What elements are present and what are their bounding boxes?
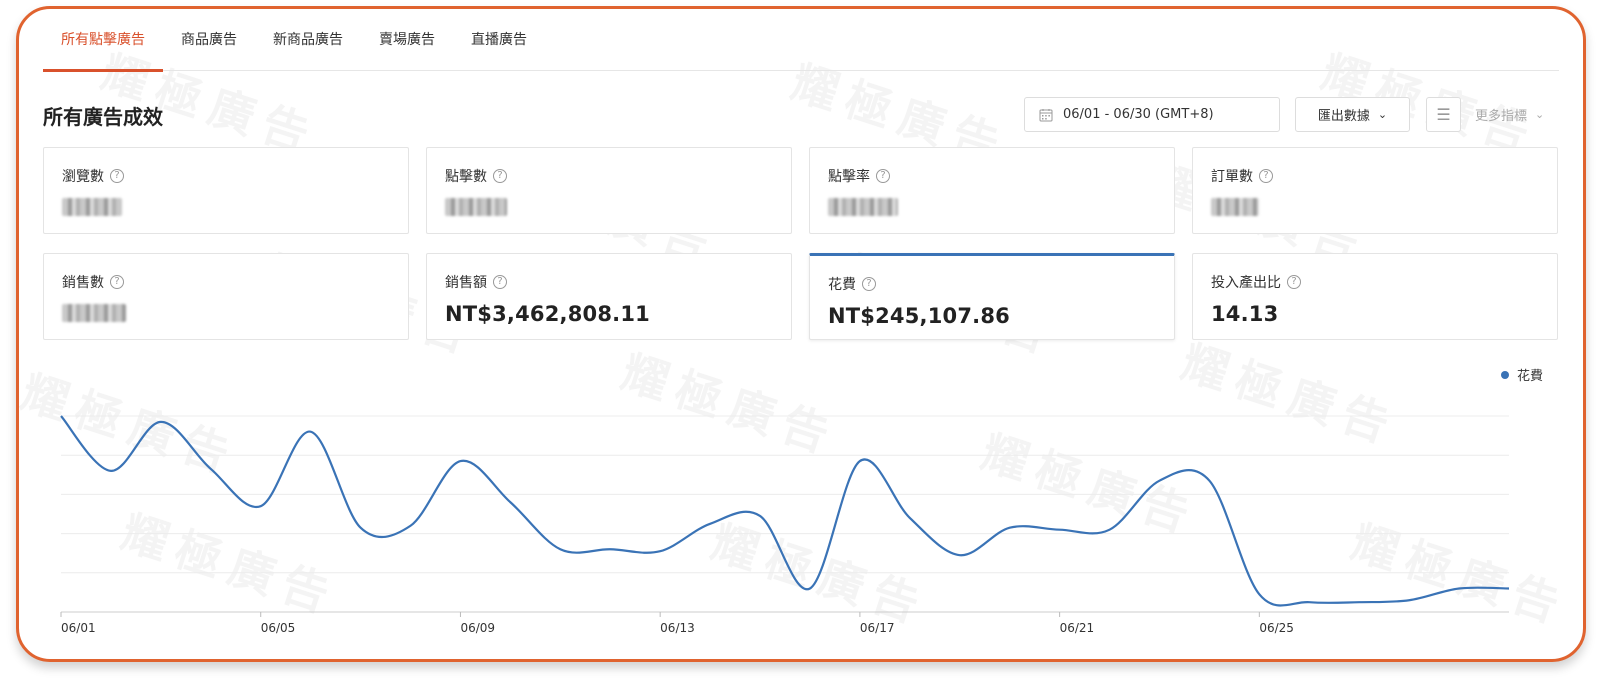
data-point[interactable] bbox=[1355, 598, 1363, 606]
data-point[interactable] bbox=[57, 412, 65, 420]
x-tick-label: 06/09 bbox=[460, 621, 495, 635]
data-point[interactable] bbox=[207, 465, 215, 473]
data-point[interactable] bbox=[556, 545, 564, 553]
data-point[interactable] bbox=[107, 467, 115, 475]
x-tick-label: 06/21 bbox=[1060, 621, 1095, 635]
x-tick-label: 06/25 bbox=[1259, 621, 1294, 635]
data-point[interactable] bbox=[956, 551, 964, 559]
data-point[interactable] bbox=[706, 520, 714, 528]
data-point[interactable] bbox=[606, 545, 614, 553]
data-point[interactable] bbox=[1205, 477, 1213, 485]
x-tick-label: 06/01 bbox=[61, 621, 96, 635]
x-tick-label: 06/13 bbox=[660, 621, 695, 635]
data-point[interactable] bbox=[357, 524, 365, 532]
dashboard-frame: 耀極廣告 耀極廣告 耀極廣告 耀極廣告 耀極廣告 耀極廣告 耀極廣告 耀極廣告 … bbox=[16, 6, 1586, 662]
data-point[interactable] bbox=[1106, 526, 1114, 534]
spend-line-chart: 06/01 06/05 06/09 06/13 06/17 06/21 06/25 bbox=[57, 412, 1513, 635]
data-point[interactable] bbox=[1405, 596, 1413, 604]
x-tick-label: 06/05 bbox=[261, 621, 296, 635]
data-point[interactable] bbox=[1305, 598, 1313, 606]
data-point[interactable] bbox=[756, 512, 764, 520]
data-point[interactable] bbox=[1006, 524, 1014, 532]
x-tick-label: 06/17 bbox=[860, 621, 895, 635]
data-point[interactable] bbox=[307, 428, 315, 436]
data-point[interactable] bbox=[656, 547, 664, 555]
data-point[interactable] bbox=[506, 498, 514, 506]
data-point[interactable] bbox=[456, 457, 464, 465]
data-point[interactable] bbox=[157, 418, 165, 426]
data-point[interactable] bbox=[257, 502, 265, 510]
series-line-spend[interactable] bbox=[60, 415, 1510, 607]
data-point[interactable] bbox=[407, 522, 415, 530]
data-point[interactable] bbox=[856, 457, 864, 465]
data-point[interactable] bbox=[1255, 590, 1263, 598]
data-point[interactable] bbox=[1056, 526, 1064, 534]
data-point[interactable] bbox=[1455, 584, 1463, 592]
data-point[interactable] bbox=[806, 584, 814, 592]
data-point[interactable] bbox=[1505, 584, 1513, 592]
data-point[interactable] bbox=[906, 514, 914, 522]
data-point[interactable] bbox=[1155, 477, 1163, 485]
